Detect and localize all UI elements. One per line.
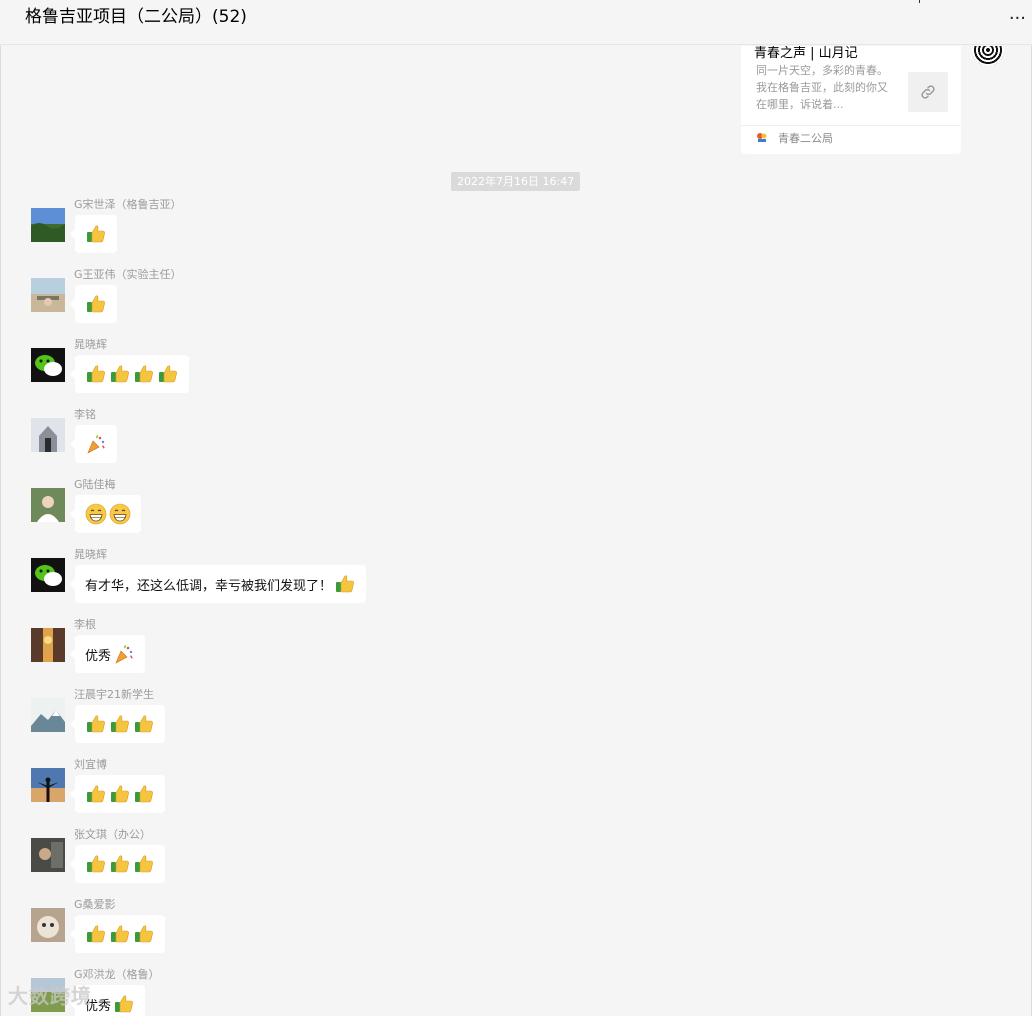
chat-title: 格鲁吉亚项目（二公局）(52): [25, 7, 247, 27]
message-text: 有才华，还这么低调，幸亏被我们发现了！: [85, 578, 333, 594]
message-row: 汪晨宇21新学生: [31, 686, 631, 752]
sender-name: 汪晨宇21新学生: [74, 688, 154, 701]
link-icon: [908, 72, 948, 112]
message-row: G桑爱影: [31, 896, 631, 962]
snow-avatar[interactable]: [31, 418, 65, 452]
thumbs-up-emoji-icon: [85, 293, 107, 315]
message-bubble[interactable]: [70, 775, 165, 813]
thumbs-up-emoji-icon: [109, 713, 131, 735]
thumbs-up-emoji-icon: [85, 783, 107, 805]
thumbs-up-emoji-icon: [85, 923, 107, 945]
message-bubble[interactable]: [70, 425, 117, 463]
watermark: 大数跨境: [8, 984, 92, 1008]
thumbs-up-emoji-icon: [109, 783, 131, 805]
message-row: 晁晓辉有才华，还这么低调，幸亏被我们发现了！: [31, 546, 631, 612]
person-avatar[interactable]: [31, 488, 65, 522]
message-row: G宋世泽（格鲁吉亚）: [31, 196, 631, 262]
more-horizontal-icon[interactable]: ···: [1009, 10, 1026, 28]
sender-name: G王亚伟（实验主任）: [74, 268, 182, 281]
message-text: 优秀: [85, 648, 112, 664]
thumbs-up-emoji-icon: [113, 993, 135, 1015]
landscape-avatar[interactable]: [31, 208, 65, 242]
thumbs-up-emoji-icon: [334, 573, 356, 595]
thumbs-up-emoji-icon: [133, 363, 155, 385]
message-bubble[interactable]: [70, 355, 189, 393]
message-bubble[interactable]: 有才华，还这么低调，幸亏被我们发现了！: [69, 565, 367, 603]
road-avatar[interactable]: [31, 278, 65, 312]
party-popper-emoji-icon: [113, 643, 135, 665]
sender-name: G陆佳梅: [74, 478, 116, 491]
message-row: G陆佳梅: [31, 476, 631, 542]
message-bubble[interactable]: [70, 215, 117, 253]
self-avatar[interactable]: [972, 46, 1004, 66]
thumbs-up-emoji-icon: [157, 363, 179, 385]
sender-name: 张文琪（办公）: [74, 828, 151, 841]
sunset-avatar[interactable]: [31, 628, 65, 662]
thumbs-up-emoji-icon: [133, 923, 155, 945]
message-bubble[interactable]: [70, 285, 117, 323]
message-bubble[interactable]: [70, 915, 165, 953]
thumbs-up-emoji-icon: [85, 713, 107, 735]
window-edge-mark: [919, 0, 920, 3]
mountain-avatar[interactable]: [31, 698, 65, 732]
sender-name: 晁晓辉: [74, 338, 107, 351]
sender-name: 李铭: [74, 408, 96, 421]
silhouette-avatar[interactable]: [31, 768, 65, 802]
thumbs-up-emoji-icon: [133, 783, 155, 805]
message-row: 李铭: [31, 406, 631, 472]
link-card-divider: [741, 125, 961, 126]
link-card-title: 青春之声 | 山月记: [754, 46, 858, 61]
thumbs-up-emoji-icon: [85, 853, 107, 875]
thumbs-up-emoji-icon: [85, 363, 107, 385]
wechat-avatar[interactable]: [31, 348, 65, 382]
link-card[interactable]: 青春之声 | 山月记 同一片天空，多彩的青春。我在格鲁吉亚，此刻的你又在哪里，诉…: [741, 46, 961, 154]
sender-name: 刘宜博: [74, 758, 107, 771]
indoor-avatar[interactable]: [31, 838, 65, 872]
message-list[interactable]: 青春之声 | 山月记 同一片天空，多彩的青春。我在格鲁吉亚，此刻的你又在哪里，诉…: [0, 46, 1032, 1016]
thumbs-up-emoji-icon: [109, 923, 131, 945]
sender-name: G宋世泽（格鲁吉亚）: [74, 198, 182, 211]
thumbs-up-emoji-icon: [133, 713, 155, 735]
grin-emoji-icon: [109, 503, 131, 525]
chat-header: 格鲁吉亚项目（二公局）(52) ···: [0, 0, 1032, 45]
message-row: 晁晓辉: [31, 336, 631, 402]
wechat-avatar[interactable]: [31, 558, 65, 592]
sender-name: 李根: [74, 618, 96, 631]
message-row: 李根优秀: [31, 616, 631, 682]
message-row: 刘宜博: [31, 756, 631, 822]
link-card-description: 同一片天空，多彩的青春。我在格鲁吉亚，此刻的你又在哪里，诉说着...: [756, 64, 888, 111]
message-row: 张文琪（办公）: [31, 826, 631, 892]
link-card-source: 青春二公局: [778, 132, 833, 145]
sender-name: G桑爱影: [74, 898, 116, 911]
thumbs-up-emoji-icon: [133, 853, 155, 875]
message-row: G王亚伟（实验主任）: [31, 266, 631, 332]
cat-avatar[interactable]: [31, 908, 65, 942]
message-bubble[interactable]: [70, 845, 165, 883]
message-bubble[interactable]: [70, 705, 165, 743]
message-bubble[interactable]: 优秀: [69, 635, 146, 673]
thumbs-up-emoji-icon: [109, 853, 131, 875]
timestamp: 2022年7月16日 16:47: [451, 172, 581, 191]
thumbs-up-emoji-icon: [109, 363, 131, 385]
source-logo-icon: [757, 133, 767, 142]
thumbs-up-emoji-icon: [85, 223, 107, 245]
message-row: G邓洪龙（格鲁） 优秀: [31, 966, 631, 1016]
sender-name: 晁晓辉: [74, 548, 107, 561]
message-bubble[interactable]: [70, 495, 141, 533]
grin-emoji-icon: [85, 503, 107, 525]
party-popper-emoji-icon: [85, 433, 107, 455]
